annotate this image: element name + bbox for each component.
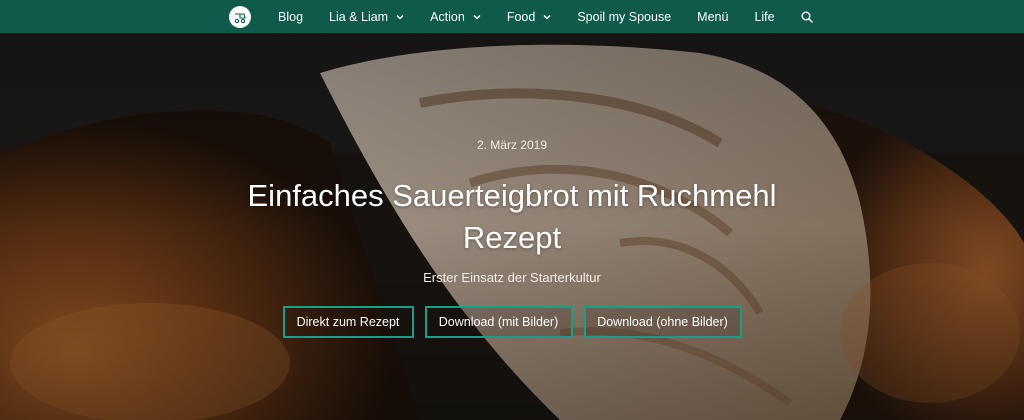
nav-item-menue[interactable]: Menü: [697, 10, 728, 24]
hero-button-row: Direkt zum Rezept Download (mit Bilder) …: [0, 306, 1024, 338]
post-subtitle: Erster Einsatz der Starterkultur: [423, 270, 601, 285]
nav-menu: Blog Lia & Liam Action Food Spoil my Spo…: [229, 0, 813, 33]
post-date: 2. März 2019: [476, 138, 548, 152]
nav-item-blog[interactable]: Blog: [278, 10, 303, 24]
nav-item-action[interactable]: Action: [430, 10, 481, 24]
nav-item-spoil-my-spouse[interactable]: Spoil my Spouse: [577, 10, 671, 24]
nav-item-lia-liam[interactable]: Lia & Liam: [329, 10, 404, 24]
search-icon: [801, 11, 813, 23]
button-label: Download (mit Bilder): [438, 315, 559, 329]
download-without-images-button[interactable]: Download (ohne Bilder): [583, 306, 742, 338]
page: Blog Lia & Liam Action Food Spoil my Spo…: [0, 0, 1024, 420]
hero-content: 2. März 2019 Einfaches Sauerteigbrot mit…: [0, 33, 1024, 420]
nav-item-label: Life: [754, 9, 775, 24]
top-navigation: Blog Lia & Liam Action Food Spoil my Spo…: [0, 0, 1024, 33]
hero-section: 2. März 2019 Einfaches Sauerteigbrot mit…: [0, 33, 1024, 420]
search-button[interactable]: [801, 11, 813, 23]
chevron-down-icon: [473, 14, 481, 19]
chevron-down-icon: [543, 14, 551, 19]
nav-item-life[interactable]: Life: [754, 10, 774, 24]
post-title: Einfaches Sauerteigbrot mit Ruchmehl Rez…: [247, 178, 777, 255]
nav-item-label: Menü: [697, 9, 729, 24]
nav-item-food[interactable]: Food: [507, 10, 552, 24]
stroller-icon: [234, 12, 246, 23]
nav-item-label: Food: [506, 9, 536, 24]
jump-to-recipe-button[interactable]: Direkt zum Rezept: [282, 306, 414, 338]
button-label: Download (ohne Bilder): [597, 315, 728, 329]
site-logo-icon[interactable]: [229, 5, 251, 28]
download-with-images-button[interactable]: Download (mit Bilder): [424, 306, 573, 338]
nav-item-label: Action: [430, 9, 465, 24]
button-label: Direkt zum Rezept: [296, 315, 400, 329]
nav-item-label: Spoil my Spouse: [577, 9, 672, 24]
nav-item-label: Blog: [278, 9, 304, 24]
nav-item-label: Lia & Liam: [329, 9, 389, 24]
chevron-down-icon: [396, 14, 404, 19]
